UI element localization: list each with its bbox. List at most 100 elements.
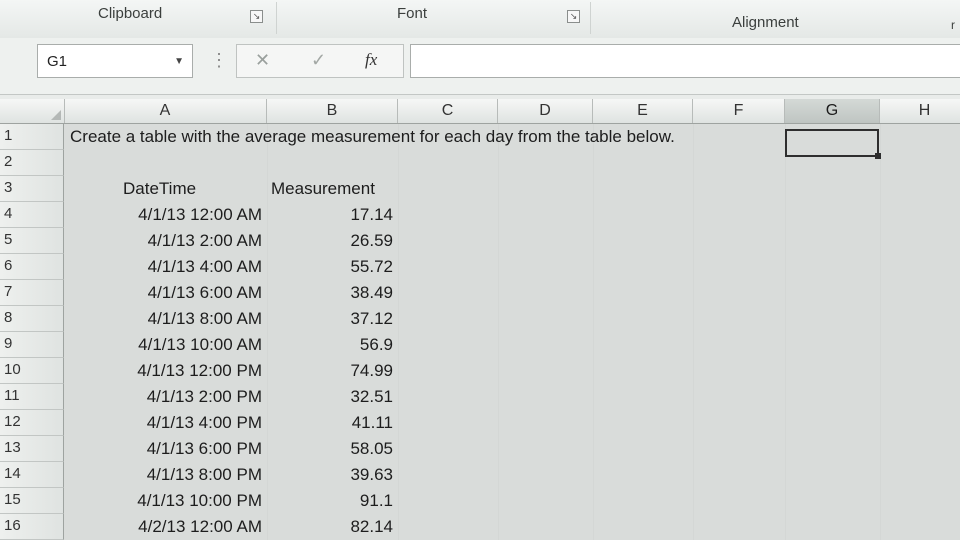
row-header[interactable]: 16 (0, 514, 64, 540)
row-number: 2 (4, 153, 13, 170)
column-header-c[interactable]: C (398, 99, 498, 123)
cell-measurement[interactable]: 32.51 (273, 387, 393, 407)
column-gridline (593, 124, 594, 540)
name-box[interactable]: G1 ▼ (37, 44, 193, 78)
clipboard-dialog-launcher-icon[interactable]: ↘ (250, 10, 263, 23)
row-header[interactable]: 6 (0, 254, 64, 280)
formula-buttons: ✕ ✓ fx (236, 44, 404, 78)
ribbon: Clipboard ↘ Font ↘ Alignment r (0, 0, 960, 39)
row-header[interactable]: 9 (0, 332, 64, 358)
ribbon-group-font-label: Font (397, 5, 428, 22)
cell-datetime[interactable]: 4/1/13 12:00 PM (62, 361, 262, 381)
cell-datetime[interactable]: 4/1/13 8:00 AM (62, 309, 262, 329)
column-header-d[interactable]: D (498, 99, 593, 123)
insert-function-icon[interactable]: fx (365, 50, 377, 70)
cell-datetime[interactable]: 4/1/13 6:00 PM (62, 439, 262, 459)
cell-measurement[interactable]: 82.14 (273, 517, 393, 537)
row-number: 4 (4, 205, 13, 222)
cell-datetime[interactable]: 4/1/13 6:00 AM (62, 283, 262, 303)
row-header[interactable]: 1 (0, 124, 64, 150)
select-all-button[interactable] (0, 99, 65, 123)
cell-datetime[interactable]: 4/1/13 10:00 PM (62, 491, 262, 511)
cell-datetime[interactable]: 4/1/13 4:00 PM (62, 413, 262, 433)
cell-datetime[interactable]: 4/1/13 8:00 PM (62, 465, 262, 485)
column-gridline (267, 124, 268, 540)
cell-datetime[interactable]: 4/1/13 12:00 AM (62, 205, 262, 225)
enter-icon[interactable]: ✓ (311, 50, 326, 71)
cell-measurement[interactable]: 56.9 (273, 335, 393, 355)
row-number: 3 (4, 179, 13, 196)
cell-b3-header[interactable]: Measurement (271, 179, 375, 199)
ribbon-group-clipboard-label: Clipboard (98, 5, 163, 22)
column-gridline (880, 124, 881, 540)
cell-datetime[interactable]: 4/1/13 2:00 PM (62, 387, 262, 407)
row-number: 6 (4, 257, 13, 274)
select-all-triangle-icon (51, 110, 61, 120)
cell-a1[interactable]: Create a table with the average measurem… (70, 127, 675, 147)
column-header-b[interactable]: B (267, 99, 398, 123)
row-number: 8 (4, 309, 13, 326)
cell-datetime[interactable]: 4/2/13 12:00 AM (62, 517, 262, 537)
cell-measurement[interactable]: 38.49 (273, 283, 393, 303)
row-number: 13 (4, 439, 21, 456)
column-header-a[interactable]: A (64, 99, 267, 123)
row-header[interactable]: 14 (0, 462, 64, 488)
column-header-e[interactable]: E (593, 99, 693, 123)
cell-measurement[interactable]: 55.72 (273, 257, 393, 277)
chevron-down-icon[interactable]: ▼ (174, 56, 184, 67)
column-header-f[interactable]: F (693, 99, 785, 123)
ribbon-group-divider (276, 2, 277, 34)
cell-datetime[interactable]: 4/1/13 4:00 AM (62, 257, 262, 277)
cell-measurement[interactable]: 17.14 (273, 205, 393, 225)
cancel-icon[interactable]: ✕ (255, 50, 270, 71)
column-gridline (398, 124, 399, 540)
formula-bar-grip-icon[interactable]: ⋮ (210, 50, 228, 71)
font-dialog-launcher-icon[interactable]: ↘ (567, 10, 580, 23)
ribbon-edge-text: r (951, 18, 955, 32)
worksheet-grid[interactable]: 1 2 3 4 5 6 7 8 9 10 11 12 13 14 15 16 C… (0, 124, 960, 540)
row-header[interactable]: 12 (0, 410, 64, 436)
column-header-g[interactable]: G (785, 99, 880, 123)
row-number: 16 (4, 517, 21, 534)
row-number: 12 (4, 413, 21, 430)
row-number: 14 (4, 465, 21, 482)
column-gridline (498, 124, 499, 540)
row-header[interactable]: 2 (0, 150, 64, 176)
cell-measurement[interactable]: 91.1 (273, 491, 393, 511)
cell-measurement[interactable]: 39.63 (273, 465, 393, 485)
row-header[interactable]: 3 (0, 176, 64, 202)
row-number: 11 (4, 387, 20, 404)
row-header[interactable]: 7 (0, 280, 64, 306)
row-number: 15 (4, 491, 21, 508)
name-box-value: G1 (47, 53, 68, 70)
fill-handle[interactable] (875, 153, 881, 159)
cell-measurement[interactable]: 37.12 (273, 309, 393, 329)
column-header-bar: A B C D E F G H (0, 99, 960, 124)
cell-datetime[interactable]: 4/1/13 10:00 AM (62, 335, 262, 355)
cell-a3-header[interactable]: DateTime (123, 179, 196, 199)
cell-measurement[interactable]: 41.11 (273, 413, 393, 433)
row-number: 10 (4, 361, 21, 378)
row-header[interactable]: 4 (0, 202, 64, 228)
ribbon-group-divider (590, 2, 591, 34)
formula-input[interactable] (410, 44, 960, 78)
cell-measurement[interactable]: 58.05 (273, 439, 393, 459)
column-gridline (785, 124, 786, 540)
row-number: 9 (4, 335, 13, 352)
active-cell-selection[interactable] (785, 129, 879, 157)
row-header[interactable]: 15 (0, 488, 64, 514)
cell-measurement[interactable]: 74.99 (273, 361, 393, 381)
row-header[interactable]: 8 (0, 306, 64, 332)
row-number: 1 (4, 127, 13, 144)
column-header-h[interactable]: H (880, 99, 960, 123)
formula-bar: G1 ▼ ⋮ ✕ ✓ fx (0, 38, 960, 95)
ribbon-group-alignment-label: Alignment (732, 14, 799, 31)
cell-measurement[interactable]: 26.59 (273, 231, 393, 251)
row-header[interactable]: 13 (0, 436, 64, 462)
row-header[interactable]: 10 (0, 358, 64, 384)
row-number: 5 (4, 231, 13, 248)
cell-datetime[interactable]: 4/1/13 2:00 AM (62, 231, 262, 251)
column-gridline (693, 124, 694, 540)
row-header[interactable]: 11 (0, 384, 64, 410)
row-header[interactable]: 5 (0, 228, 64, 254)
